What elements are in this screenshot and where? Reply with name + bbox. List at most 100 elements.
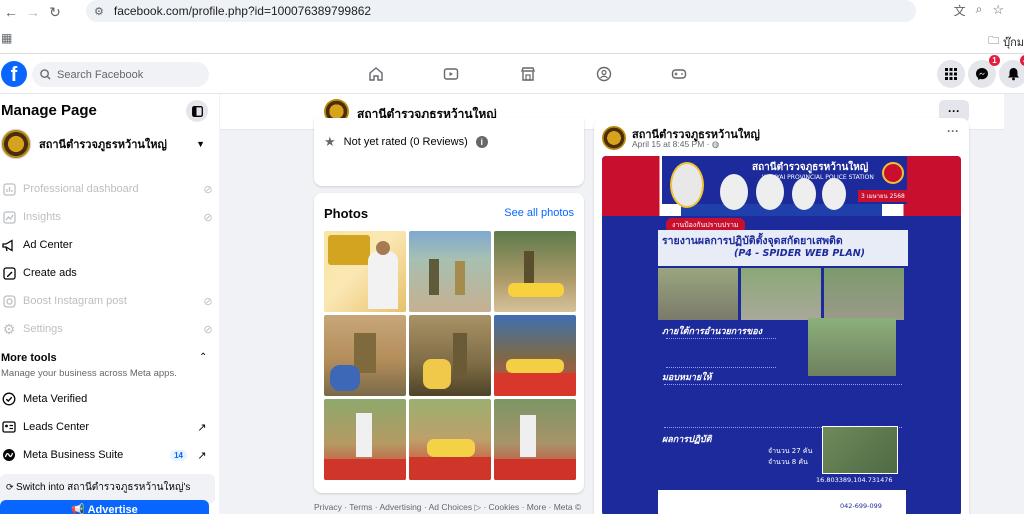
forward-icon[interactable]: →	[22, 1, 44, 23]
back-icon[interactable]: ←	[0, 1, 22, 23]
poster-phone: 042-699-099	[840, 502, 882, 510]
insights-icon	[0, 208, 18, 226]
star-icon: ★	[324, 134, 336, 149]
photo-thumbnail[interactable]	[494, 231, 576, 312]
messenger-badge: 1	[989, 55, 1000, 66]
photo-thumbnail[interactable]	[324, 315, 406, 396]
restricted-icon: ⊘	[203, 183, 213, 196]
groups-icon[interactable]	[594, 64, 614, 84]
post-author-avatar[interactable]	[602, 126, 626, 150]
post-timestamp[interactable]: April 15 at 8:45 PM · ◍	[632, 139, 719, 150]
translate-icon[interactable]: 文	[954, 2, 966, 19]
site-info-icon[interactable]: ⚙	[94, 5, 104, 18]
home-icon[interactable]	[366, 64, 386, 84]
post-more-icon[interactable]: ···	[947, 124, 959, 138]
photos-card: Photos See all photos	[314, 193, 584, 493]
facebook-logo-icon[interactable]: f	[1, 61, 27, 87]
sidebar-item-settings[interactable]: ⚙ Settings ⊘	[0, 317, 215, 341]
switch-profile-icon: ⟳	[6, 482, 17, 492]
switch-profile-text: Switch into สถานีตำรวจภูธรหว้านใหญ่'s	[16, 482, 191, 493]
search-icon	[40, 69, 51, 80]
sidebar-item-label: Settings	[23, 323, 63, 335]
photo-thumbnail[interactable]	[409, 315, 491, 396]
poster-headline: รายงานผลการปฏิบัติตั้งจุดสกัดยาเสพติด	[662, 235, 843, 247]
chevron-up-icon[interactable]: ⌃	[199, 352, 207, 363]
collapse-sidebar-icon[interactable]	[186, 100, 208, 122]
restricted-icon: ⊘	[203, 323, 213, 336]
poster-assign: มอบหมายให้	[662, 373, 712, 383]
poster-date: 3 เมษายน 2568	[858, 190, 908, 202]
more-dots-icon: ···	[948, 104, 960, 118]
poster-result: ผลการปฏิบัติ	[662, 435, 712, 445]
sidebar-item-insights[interactable]: Insights ⊘	[0, 205, 215, 229]
sidebar-item-ad-center[interactable]: Ad Center	[0, 233, 215, 257]
poster-officer-photos	[670, 162, 850, 212]
tool-meta-verified[interactable]: Meta Verified	[0, 387, 215, 411]
advertise-button[interactable]: 📢 Advertise	[0, 500, 209, 514]
poster-cars: จำนวน 27 คัน	[768, 447, 813, 455]
post-date-text: April 15 at 8:45 PM	[632, 139, 705, 149]
photo-thumbnail[interactable]	[409, 399, 491, 480]
gaming-icon[interactable]	[669, 64, 689, 84]
poster-photo-right	[808, 318, 896, 376]
sidebar-item-create-ads[interactable]: Create ads	[0, 261, 215, 285]
reload-icon[interactable]: ↻	[44, 1, 66, 23]
search-box[interactable]	[32, 62, 209, 87]
more-tools-heading: More tools	[1, 352, 57, 364]
see-all-photos-link[interactable]: See all photos	[504, 207, 574, 219]
photo-thumbnail[interactable]	[494, 399, 576, 480]
page-scrollbar[interactable]	[1010, 94, 1024, 514]
page-switcher[interactable]: สถานีตำรวจภูธรหว้านใหญ่ ▼	[1, 129, 211, 159]
bookmark-folder-label: บุ๊กม	[1003, 36, 1024, 49]
url-text: facebook.com/profile.php?id=100076389799…	[113, 4, 372, 18]
tool-leads-center[interactable]: Leads Center ↗	[0, 415, 215, 439]
photo-thumbnail[interactable]	[494, 315, 576, 396]
poster-lines-2	[664, 384, 902, 428]
sidebar-item-professional-dashboard[interactable]: Professional dashboard ⊘	[0, 177, 215, 201]
sidebar-item-label: Ad Center	[23, 239, 73, 251]
search-input[interactable]	[57, 68, 197, 81]
photos-heading: Photos	[324, 206, 369, 221]
sidebar-item-boost-instagram[interactable]: Boost Instagram post ⊘	[0, 289, 215, 313]
rating-row: ★ Not yet rated (0 Reviews) i	[324, 134, 488, 150]
megaphone-icon	[0, 236, 18, 254]
page-switcher-name: สถานีตำรวจภูธรหว้านใหญ่	[39, 139, 167, 151]
marketplace-icon[interactable]	[518, 64, 538, 84]
video-icon[interactable]	[441, 64, 461, 84]
manage-page-sidebar: Manage Page สถานีตำรวจภูธรหว้านใหญ่ ▼ Pr…	[0, 94, 219, 514]
bookmark-star-icon[interactable]: ☆	[992, 2, 1004, 19]
post-image[interactable]: สถานีตำรวจภูธรหว้านใหญ่ WANYAI PROVINCIA…	[602, 156, 961, 514]
info-icon[interactable]: i	[475, 136, 488, 148]
footer-links[interactable]: Privacy · Terms · Advertising · Ad Choic…	[314, 502, 581, 513]
notifications-icon[interactable]: 4	[999, 55, 1024, 88]
photo-thumbnail[interactable]	[409, 231, 491, 312]
menu-grid-icon[interactable]	[937, 60, 965, 88]
leads-icon	[0, 418, 18, 436]
meta-icon	[0, 446, 18, 464]
folder-icon: 🗀	[988, 35, 1000, 47]
restricted-icon: ⊘	[203, 211, 213, 224]
zoom-icon[interactable]: ⌕	[976, 2, 983, 19]
tool-label: Leads Center	[23, 421, 90, 433]
facebook-topbar: f 1 4	[0, 54, 1024, 94]
post-card: สถานีตำรวจภูธรหว้านใหญ่ April 15 at 8:45…	[594, 118, 969, 514]
photo-thumbnail[interactable]	[324, 399, 406, 480]
bookmarks-bar: ▦ 🗀 บุ๊กม	[0, 24, 1024, 54]
gear-icon: ⚙	[2, 320, 16, 337]
address-bar[interactable]: ⚙ facebook.com/profile.php?id=1000763897…	[86, 0, 916, 22]
poster-coords: 16.803389,104.731476	[816, 476, 893, 484]
dashboard-icon	[0, 180, 18, 198]
tool-label: Meta Business Suite	[23, 449, 124, 461]
poster-map	[822, 426, 898, 474]
photo-thumbnail[interactable]	[324, 231, 406, 312]
instagram-icon	[0, 292, 18, 310]
notification-count-badge: 14	[170, 449, 187, 461]
intro-card: ★ Not yet rated (0 Reviews) i	[314, 118, 584, 186]
sidebar-title: Manage Page	[1, 102, 97, 119]
apps-grid-icon[interactable]: ▦	[1, 31, 12, 45]
messenger-icon[interactable]: 1	[968, 55, 1000, 88]
poster-emblem	[882, 162, 904, 184]
bookmark-folder[interactable]: 🗀 บุ๊กม	[988, 32, 1024, 51]
tool-meta-business-suite[interactable]: Meta Business Suite 14 ↗	[0, 443, 215, 467]
notifications-badge: 4	[1020, 55, 1024, 66]
